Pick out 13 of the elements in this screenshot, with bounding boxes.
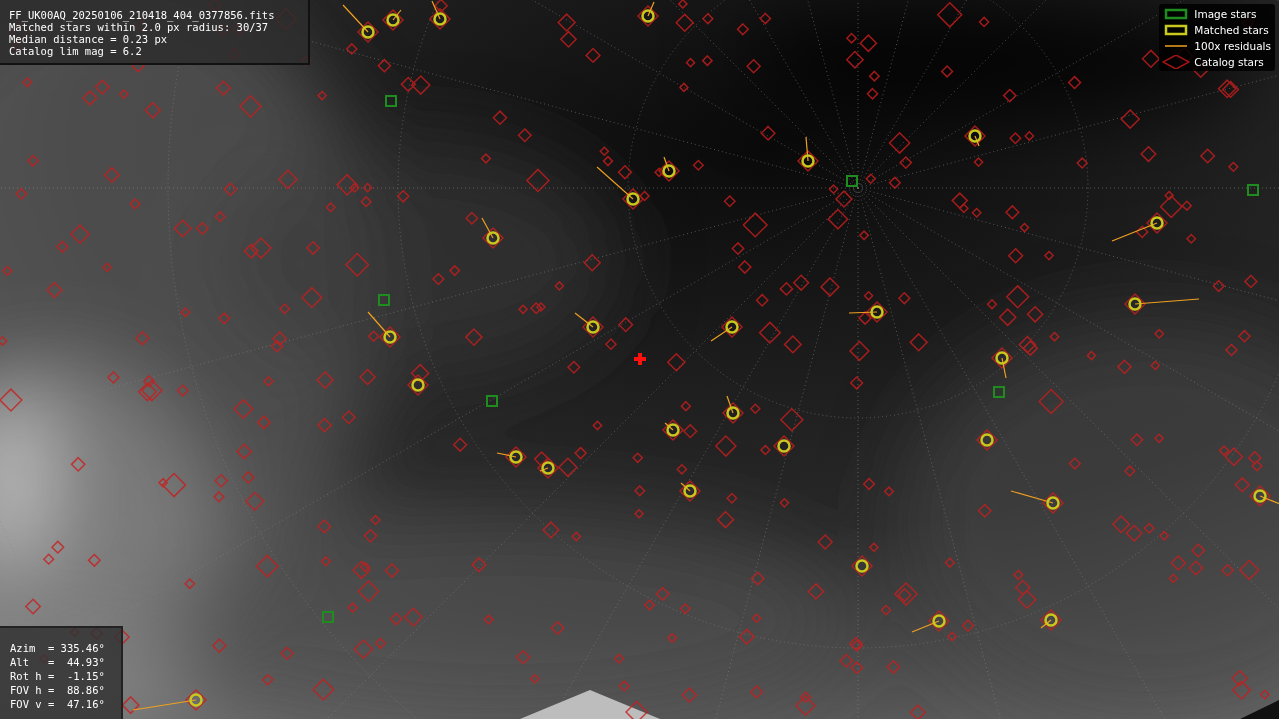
legend-label: Catalog stars [1194,56,1264,68]
legend-label: Image stars [1194,8,1257,20]
info-text: Matched stars within 2.0 px radius: 30/37 [9,21,269,33]
pointing-text: FOV v = 47.16° [10,697,106,711]
pointing-text: Alt = 44.93° [10,655,106,669]
legend-label: Matched stars [1194,24,1269,36]
legend-label: 100x residuals [1194,40,1271,52]
pointing-text: Rot h = -1.15° [10,669,106,683]
info-text: Median distance = 0.23 px [9,33,169,45]
info-text: Catalog lim mag = 6.2 [9,45,143,57]
pointing-text: FOV h = 88.86° [10,683,106,697]
pointing-text: Azim = 335.46° [10,641,106,655]
info-text: FF_UK00AQ_20250106_210418_404_0377856.fits [9,9,276,21]
